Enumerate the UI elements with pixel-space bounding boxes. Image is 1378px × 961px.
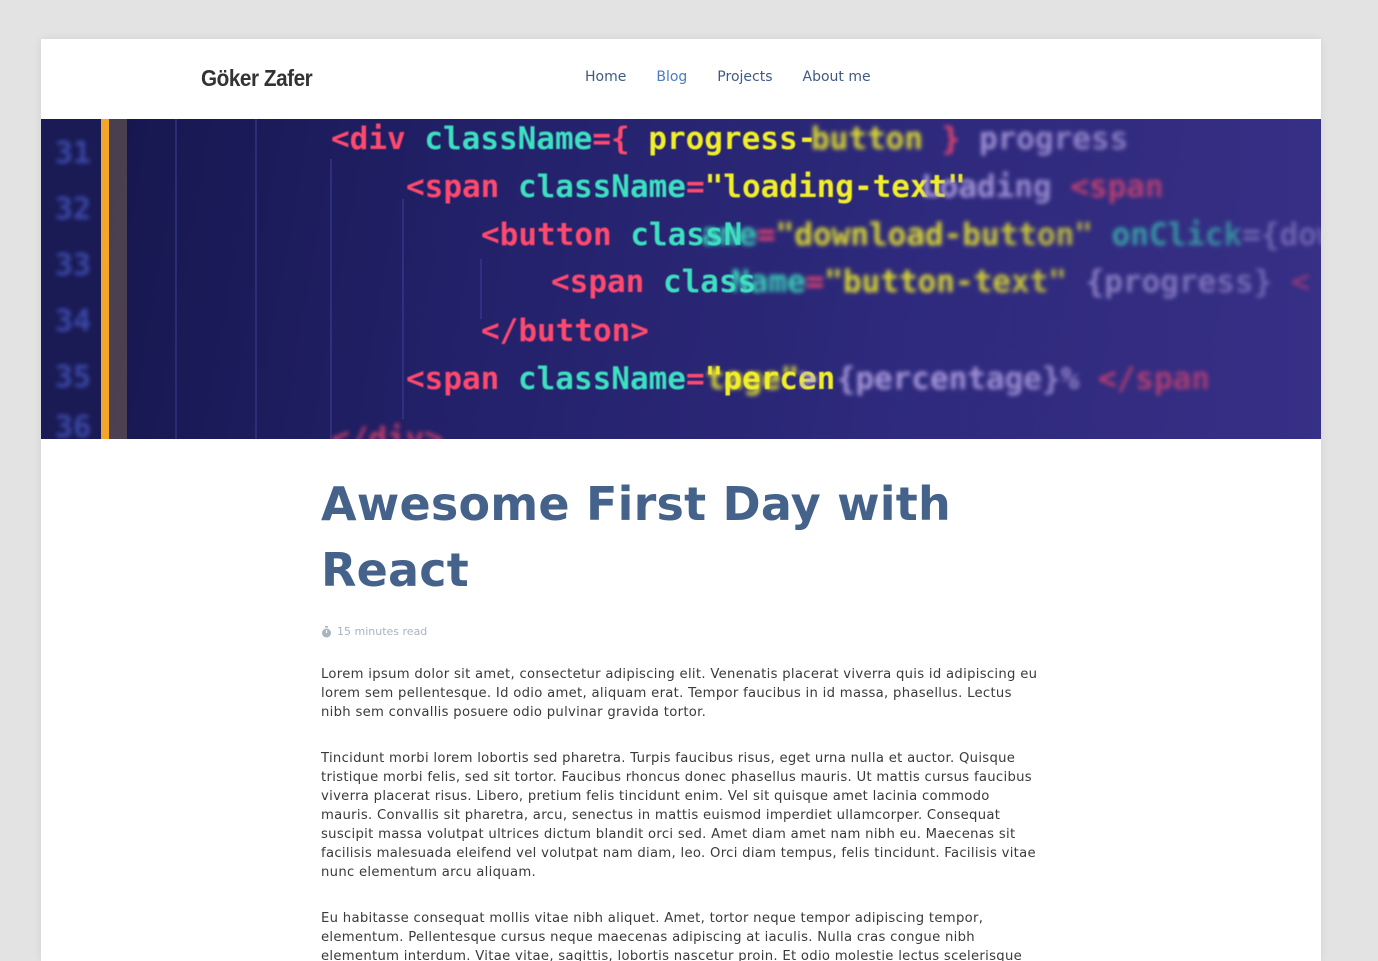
read-time: 15 minutes read [337,625,428,638]
hero-code-illustration: 31 32 33 34 35 36 <div className= [41,119,1321,439]
site-header: Göker Zafer Home Blog Projects About me [41,39,1321,119]
blog-post: Awesome First Day with React 15 minutes … [321,471,1045,961]
post-paragraph: Tincidunt morbi lorem lobortis sed phare… [321,751,1036,880]
page-container: Göker Zafer Home Blog Projects About me [41,39,1321,961]
nav-item-home[interactable]: Home [585,69,626,85]
nav-item-about-me[interactable]: About me [803,69,871,85]
hero-code-image: 31 32 33 34 35 36 <div className= [41,119,1321,439]
site-logo[interactable]: Göker Zafer [201,65,313,92]
stopwatch-icon [321,625,332,638]
nav-item-blog[interactable]: Blog [656,69,687,85]
post-meta: 15 minutes read [321,625,1045,638]
main-nav: Home Blog Projects About me [585,69,871,85]
post-paragraph: Eu habitasse consequat mollis vitae nibh… [321,911,1023,961]
post-title: Awesome First Day with React [321,477,951,597]
nav-item-projects[interactable]: Projects [717,69,772,85]
post-paragraph: Lorem ipsum dolor sit amet, consectetur … [321,667,1038,720]
